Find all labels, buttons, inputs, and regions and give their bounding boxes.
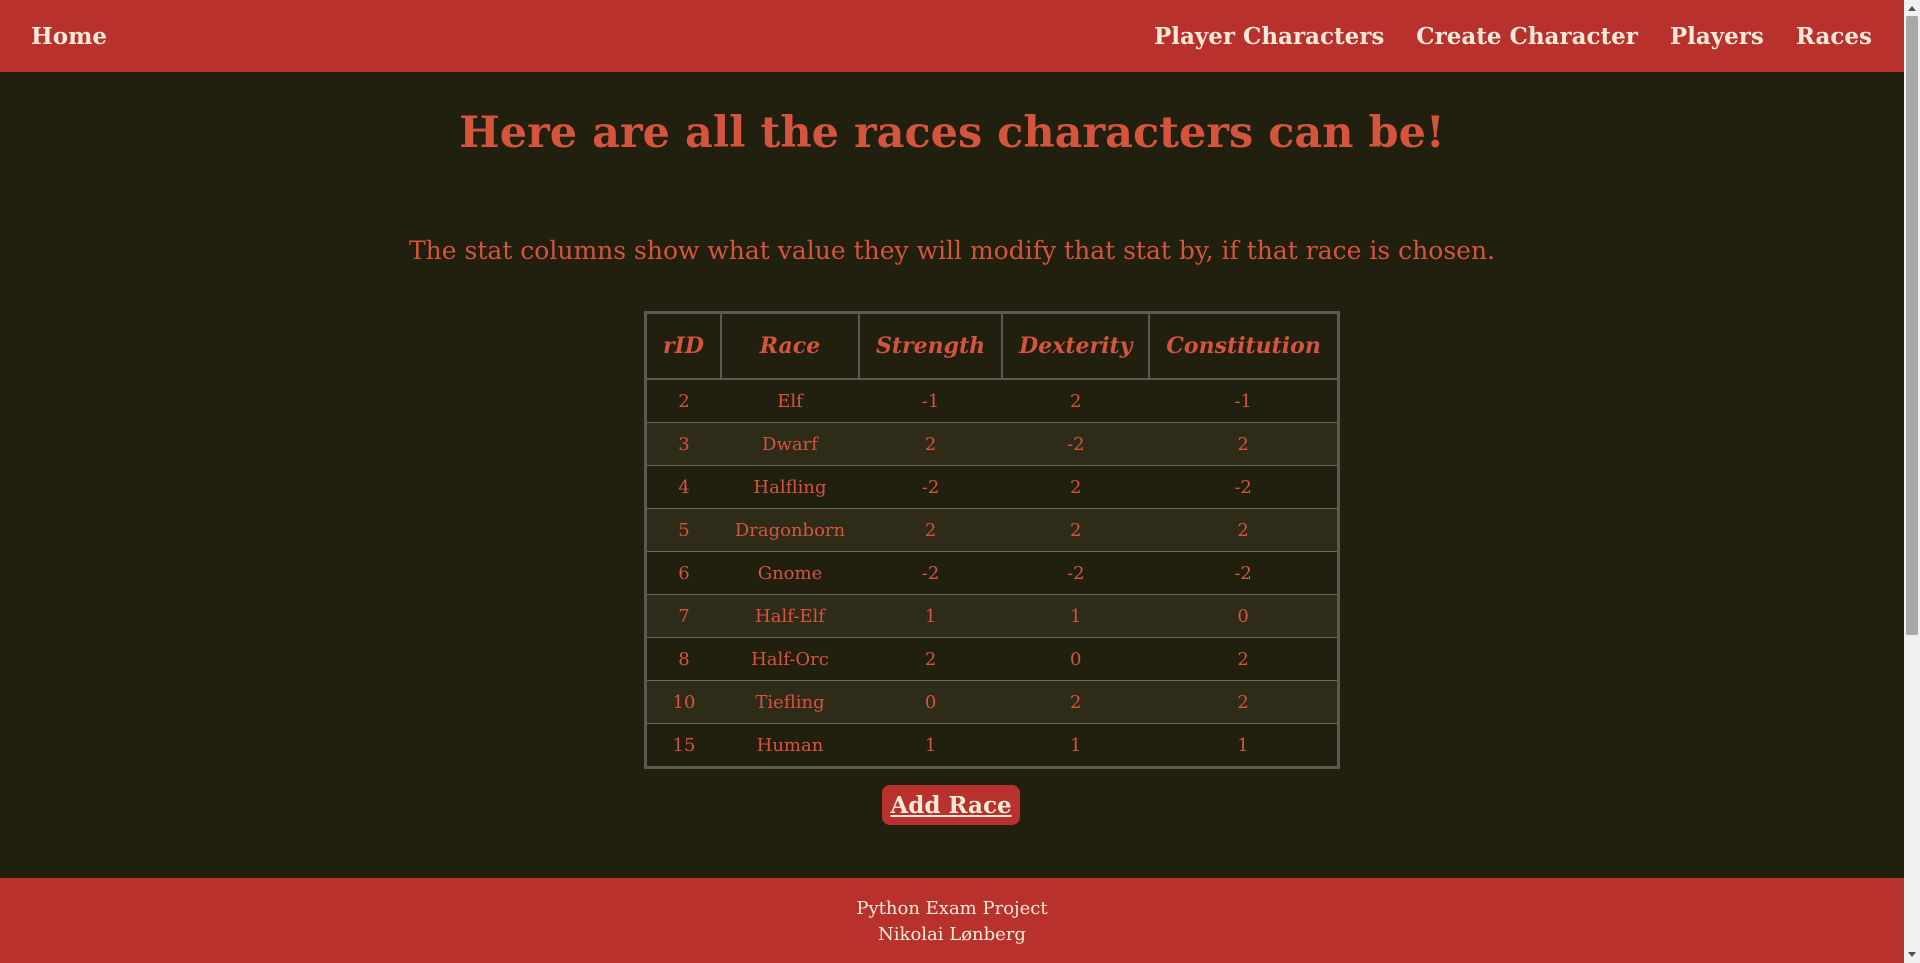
cell-rid: 8	[645, 637, 721, 681]
cell-constitution: 1	[1149, 723, 1339, 768]
cell-dexterity: 2	[1002, 508, 1150, 552]
cell-dexterity: 0	[1002, 637, 1150, 681]
cell-constitution: 2	[1149, 680, 1339, 724]
races-table-header: rID Race Strength Dexterity Constitution	[644, 311, 1340, 380]
cell-rid: 2	[645, 378, 721, 423]
cell-strength: 2	[858, 422, 1003, 466]
header-dexterity: Dexterity	[1001, 311, 1151, 380]
nav-players-link[interactable]: Players	[1670, 23, 1764, 50]
page-subtitle: The stat columns show what value they wi…	[409, 236, 1495, 265]
cell-rid: 5	[645, 508, 721, 552]
cell-rid: 6	[645, 551, 721, 595]
nav-links: Player Characters Create Character Playe…	[1154, 23, 1872, 50]
cell-constitution: 0	[1149, 594, 1339, 638]
cell-rid: 7	[645, 594, 721, 638]
cell-race: Elf	[720, 378, 859, 423]
cell-dexterity: 2	[1002, 680, 1150, 724]
cell-strength: -2	[858, 551, 1003, 595]
races-table: rID Race Strength Dexterity Constitution…	[644, 311, 1340, 769]
cell-race: Dwarf	[720, 422, 859, 466]
cell-dexterity: 2	[1002, 378, 1150, 423]
vertical-scrollbar[interactable]	[1904, 0, 1920, 963]
nav-create-character-link[interactable]: Create Character	[1416, 23, 1638, 50]
cell-rid: 10	[645, 680, 721, 724]
cell-dexterity: 1	[1002, 723, 1150, 768]
cell-dexterity: 1	[1002, 594, 1150, 638]
footer-project-name: Python Exam Project	[856, 898, 1048, 919]
top-navbar: Home Player Characters Create Character …	[0, 0, 1904, 72]
page-footer: Python Exam Project Nikolai Lønberg	[0, 878, 1904, 963]
scroll-down-arrow-icon[interactable]	[1908, 952, 1916, 957]
races-table-container: rID Race Strength Dexterity Constitution…	[644, 311, 1340, 769]
cell-rid: 3	[645, 422, 721, 466]
cell-strength: -1	[858, 378, 1003, 423]
cell-race: Human	[720, 723, 859, 768]
table-row: 10 Tiefling 0 2 2	[645, 680, 1339, 724]
nav-races-link[interactable]: Races	[1796, 23, 1872, 50]
cell-dexterity: 2	[1002, 465, 1150, 509]
cell-race: Halfling	[720, 465, 859, 509]
table-row: 4 Halfling -2 2 -2	[645, 465, 1339, 509]
cell-race: Gnome	[720, 551, 859, 595]
main-content: Here are all the races characters can be…	[0, 72, 1904, 878]
cell-constitution: 2	[1149, 508, 1339, 552]
cell-constitution: 2	[1149, 422, 1339, 466]
header-rid: rID	[644, 311, 722, 380]
cell-race: Half-Orc	[720, 637, 859, 681]
footer-author: Nikolai Lønberg	[878, 924, 1026, 945]
cell-rid: 4	[645, 465, 721, 509]
cell-dexterity: -2	[1002, 551, 1150, 595]
cell-dexterity: -2	[1002, 422, 1150, 466]
races-table-body: 2 Elf -1 2 -1 3 Dwarf 2 -2 2 4 Halfling …	[645, 378, 1339, 768]
table-row: 3 Dwarf 2 -2 2	[645, 422, 1339, 466]
table-row: 7 Half-Elf 1 1 0	[645, 594, 1339, 638]
page-title: Here are all the races characters can be…	[459, 108, 1445, 158]
cell-rid: 15	[645, 723, 721, 768]
cell-strength: -2	[858, 465, 1003, 509]
cell-strength: 1	[858, 723, 1003, 768]
scroll-up-arrow-icon[interactable]	[1908, 6, 1916, 11]
table-row: 15 Human 1 1 1	[645, 723, 1339, 768]
cell-constitution: -2	[1149, 551, 1339, 595]
cell-strength: 1	[858, 594, 1003, 638]
header-strength: Strength	[857, 311, 1004, 380]
header-row: rID Race Strength Dexterity Constitution	[644, 311, 1340, 380]
header-race: Race	[719, 311, 860, 380]
cell-constitution: -1	[1149, 378, 1339, 423]
header-constitution: Constitution	[1148, 311, 1340, 380]
cell-strength: 2	[858, 508, 1003, 552]
scrollbar-thumb[interactable]	[1906, 16, 1918, 635]
cell-race: Half-Elf	[720, 594, 859, 638]
cell-strength: 0	[858, 680, 1003, 724]
add-race-button[interactable]: Add Race	[882, 785, 1020, 825]
table-row: 2 Elf -1 2 -1	[645, 378, 1339, 423]
table-row: 6 Gnome -2 -2 -2	[645, 551, 1339, 595]
cell-race: Tiefling	[720, 680, 859, 724]
page: Home Player Characters Create Character …	[0, 0, 1920, 963]
table-row: 8 Half-Orc 2 0 2	[645, 637, 1339, 681]
cell-constitution: 2	[1149, 637, 1339, 681]
cell-race: Dragonborn	[720, 508, 859, 552]
nav-home-link[interactable]: Home	[31, 23, 107, 50]
cell-constitution: -2	[1149, 465, 1339, 509]
cell-strength: 2	[858, 637, 1003, 681]
nav-player-characters-link[interactable]: Player Characters	[1154, 23, 1384, 50]
table-row: 5 Dragonborn 2 2 2	[645, 508, 1339, 552]
